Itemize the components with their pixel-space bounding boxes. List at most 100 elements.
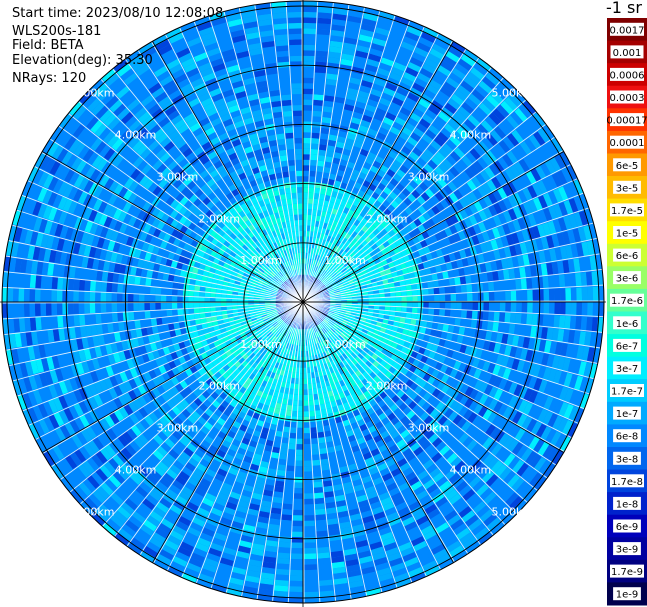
range-gate [277,552,290,559]
range-gate [150,310,156,318]
range-gate [580,272,588,287]
range-gate [149,302,156,310]
range-gate [106,312,113,323]
range-gate [559,302,566,315]
range-gate [569,273,577,287]
range-gate [316,536,329,543]
range-gate [204,297,211,302]
range-gate [520,313,528,325]
range-gate [428,302,435,309]
range-gate [89,302,96,314]
range-gate [275,568,289,576]
range-gate [309,410,315,417]
range-gate [172,315,179,323]
range-gate [133,311,140,320]
range-gate [581,302,588,316]
range-gate [215,302,221,307]
range-gate [317,160,325,167]
range-gate [488,311,495,322]
range-gate [314,497,325,505]
range-gate [304,564,317,571]
range-gate [542,314,549,327]
range-gate [318,574,333,581]
range-gate [295,455,303,461]
range-gate [527,290,533,302]
range-gate [417,308,424,315]
range-gate [303,531,316,538]
range-gate [549,302,555,315]
range-gate [493,281,500,292]
range-gate [46,316,53,329]
range-gate [291,526,303,532]
range-gate [68,314,75,327]
range-gate [291,537,303,543]
range-gate [167,316,174,324]
range-gate [320,464,330,471]
range-gate [296,427,303,434]
range-gate [282,498,293,505]
range-gate [182,296,189,302]
range-gate [548,288,555,302]
range-gate [547,275,555,289]
range-gate [78,291,85,302]
range-gate [587,286,594,301]
range-gate [193,307,200,314]
range-gate [292,509,303,516]
range-gate [488,282,495,292]
range-gate [297,411,303,417]
range-gate [564,315,571,330]
range-gate [127,302,134,312]
range-gate [111,302,118,312]
range-gate [273,590,288,598]
range-gate [401,302,407,308]
range-gate [13,317,20,333]
range-gate [465,275,472,285]
range-gate [510,290,517,302]
range-gate [467,293,473,302]
range-gate [303,520,315,527]
range-gate [193,296,200,302]
range-gate [531,277,538,290]
range-gate [570,287,577,301]
range-gate [199,307,205,313]
range-gate [516,290,522,302]
range-gate [292,520,303,527]
range-gate [166,302,172,310]
range-gate [317,17,332,25]
range-gate [450,286,456,294]
range-gate [303,449,311,456]
range-gate [521,302,528,313]
range-gate [303,61,315,67]
range-gate [62,302,68,315]
range-gate [421,282,429,289]
range-gate [472,292,479,302]
range-gate [313,99,324,106]
range-gate [316,546,330,554]
range-gate [149,294,156,302]
range-gate [303,99,313,106]
range-gate [277,458,287,466]
range-gate [558,315,566,329]
range-gate [434,294,440,302]
range-gate [467,302,473,311]
range-gate [309,421,317,428]
range-gate [509,312,517,324]
range-gate [314,77,326,85]
range-gate [315,530,328,537]
range-gate [315,50,329,57]
range-gate [303,88,314,95]
range-gate [199,296,205,302]
range-gate [303,165,310,171]
range-gate [316,45,329,52]
range-gate [303,105,313,111]
range-gate [471,283,478,293]
range-gate [303,526,315,532]
range-gate [220,302,227,307]
range-gate [303,553,317,560]
range-gate [570,302,577,316]
range-gate [7,303,14,318]
range-gate [318,149,327,156]
range-gate [311,132,321,139]
range-gate [23,303,30,317]
range-gate [291,542,303,549]
